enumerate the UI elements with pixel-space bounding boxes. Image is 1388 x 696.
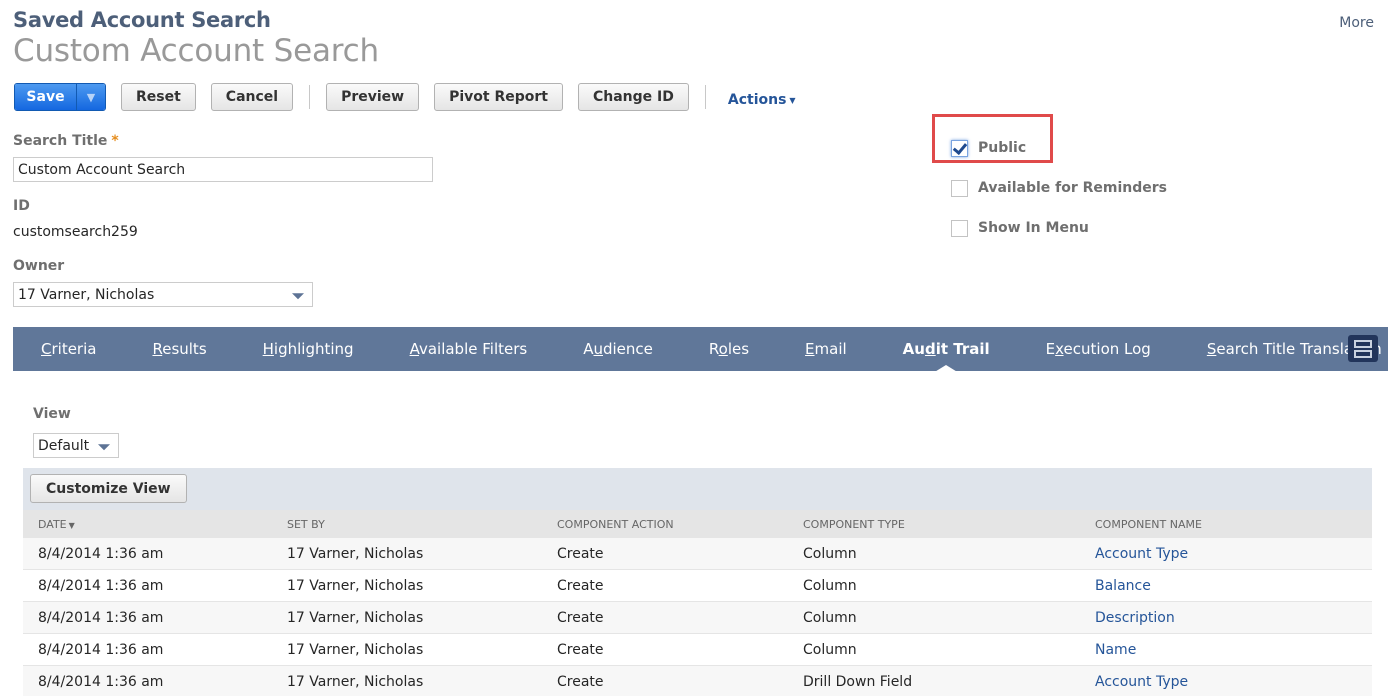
owner-label: Owner	[13, 258, 65, 274]
view-select[interactable]: Default	[33, 433, 119, 458]
tab-audience[interactable]: Audience	[555, 340, 681, 358]
grid-toolbar: Customize View	[23, 468, 1372, 510]
save-button[interactable]: Save	[15, 84, 77, 110]
required-asterisk: *	[111, 133, 119, 149]
id-value: customsearch259	[13, 224, 138, 240]
component-name-link[interactable]: Account Type	[1095, 674, 1188, 690]
cancel-button[interactable]: Cancel	[210, 83, 294, 111]
available-for-reminders-label: Available for Reminders	[978, 180, 1168, 196]
available-for-reminders-checkbox[interactable]	[951, 179, 968, 197]
component-name-link[interactable]: Description	[1095, 610, 1175, 626]
tab-available-filters[interactable]: Available Filters	[382, 340, 556, 358]
toolbar-divider	[309, 85, 311, 109]
table-row: 8/4/2014 1:36 am 17 Varner, Nicholas Cre…	[23, 570, 1372, 602]
table-row: 8/4/2014 1:36 am 17 Varner, Nicholas Cre…	[23, 634, 1372, 666]
column-header-date[interactable]: Date ▼	[38, 518, 75, 531]
id-label: ID	[13, 198, 30, 214]
view-select-value: Default	[38, 437, 90, 454]
public-label: Public	[978, 140, 1027, 156]
subtab-bar: Criteria Results Highlighting Available …	[13, 327, 1388, 371]
date-cell: 8/4/2014 1:36 am	[38, 545, 164, 562]
customize-view-button[interactable]: Customize View	[30, 474, 187, 503]
tab-email[interactable]: Email	[777, 340, 875, 358]
show-in-menu-checkbox-row[interactable]: Show In Menu	[951, 208, 1167, 248]
tab-highlighting[interactable]: Highlighting	[235, 340, 382, 358]
save-button-group: Save ▼	[14, 83, 106, 111]
more-link[interactable]: More	[1339, 15, 1374, 31]
set-by-cell: 17 Varner, Nicholas	[287, 641, 424, 658]
reset-button[interactable]: Reset	[121, 83, 196, 111]
sort-desc-icon: ▼	[68, 520, 75, 530]
tab-audit-trail[interactable]: Audit Trail	[875, 340, 1018, 358]
tab-layout-toggle-icon[interactable]	[1348, 335, 1378, 362]
set-by-cell: 17 Varner, Nicholas	[287, 545, 424, 562]
component-name-link[interactable]: Name	[1095, 642, 1136, 658]
component-type-cell: Drill Down Field	[803, 673, 913, 690]
table-row: 8/4/2014 1:36 am 17 Varner, Nicholas Cre…	[23, 602, 1372, 634]
preview-button[interactable]: Preview	[326, 83, 420, 111]
tab-execution-log[interactable]: Execution Log	[1018, 340, 1179, 358]
column-header-component-type[interactable]: Component Type	[803, 518, 905, 531]
public-checkbox-row[interactable]: Public	[951, 128, 1167, 168]
tab-roles[interactable]: Roles	[681, 340, 777, 358]
date-cell: 8/4/2014 1:36 am	[38, 609, 164, 626]
search-title-input[interactable]	[13, 157, 433, 182]
column-header-set-by[interactable]: Set By	[287, 518, 325, 531]
dropdown-arrow-icon	[292, 292, 304, 299]
component-action-cell: Create	[557, 577, 604, 594]
options-checkboxes: Public Available for Reminders Show In M…	[951, 128, 1167, 248]
grid-body: 8/4/2014 1:36 am 17 Varner, Nicholas Cre…	[23, 538, 1372, 696]
component-action-cell: Create	[557, 641, 604, 658]
page-kicker: Saved Account Search	[13, 8, 271, 32]
save-menu-chevron-icon[interactable]: ▼	[77, 84, 105, 110]
change-id-button[interactable]: Change ID	[577, 83, 689, 111]
actions-menu[interactable]: Actions ▼	[728, 92, 796, 108]
actions-label: Actions	[727, 92, 787, 108]
dropdown-arrow-icon	[98, 443, 110, 450]
component-name-link[interactable]: Account Type	[1095, 546, 1188, 562]
date-cell: 8/4/2014 1:36 am	[38, 673, 164, 690]
component-type-cell: Column	[803, 577, 857, 594]
audit-trail-grid: Customize View Date ▼ Set By Component Ac…	[23, 468, 1372, 696]
toolbar-divider	[704, 85, 706, 109]
page-title: Custom Account Search	[13, 33, 379, 69]
table-row: 8/4/2014 1:36 am 17 Varner, Nicholas Cre…	[23, 538, 1372, 570]
component-action-cell: Create	[557, 609, 604, 626]
owner-select-value: 17 Varner, Nicholas	[18, 286, 155, 303]
caret-down-icon: ▼	[789, 95, 796, 105]
column-header-component-name[interactable]: Component Name	[1095, 518, 1202, 531]
show-in-menu-label: Show In Menu	[978, 220, 1089, 236]
component-action-cell: Create	[557, 673, 604, 690]
search-title-label: Search Title *	[13, 133, 119, 149]
set-by-cell: 17 Varner, Nicholas	[287, 609, 424, 626]
set-by-cell: 17 Varner, Nicholas	[287, 577, 424, 594]
component-type-cell: Column	[803, 545, 857, 562]
column-header-component-action[interactable]: Component Action	[557, 518, 674, 531]
tab-results[interactable]: Results	[124, 340, 234, 358]
date-cell: 8/4/2014 1:36 am	[38, 577, 164, 594]
show-in-menu-checkbox[interactable]	[951, 219, 968, 237]
component-type-cell: Column	[803, 609, 857, 626]
tab-criteria[interactable]: Criteria	[13, 340, 124, 358]
date-cell: 8/4/2014 1:36 am	[38, 641, 164, 658]
table-row: 8/4/2014 1:36 am 17 Varner, Nicholas Cre…	[23, 666, 1372, 696]
owner-select[interactable]: 17 Varner, Nicholas	[13, 282, 313, 307]
component-name-link[interactable]: Balance	[1095, 578, 1151, 594]
component-type-cell: Column	[803, 641, 857, 658]
search-title-label-text: Search Title	[13, 133, 108, 149]
pivot-report-button[interactable]: Pivot Report	[434, 83, 563, 111]
component-action-cell: Create	[557, 545, 604, 562]
set-by-cell: 17 Varner, Nicholas	[287, 673, 424, 690]
public-checkbox[interactable]	[951, 139, 968, 157]
grid-header: Date ▼ Set By Component Action Component …	[23, 510, 1372, 538]
toolbar: Save ▼ Reset Cancel Preview Pivot Report…	[14, 83, 796, 111]
view-label: View	[33, 406, 71, 422]
available-for-reminders-checkbox-row[interactable]: Available for Reminders	[951, 168, 1167, 208]
